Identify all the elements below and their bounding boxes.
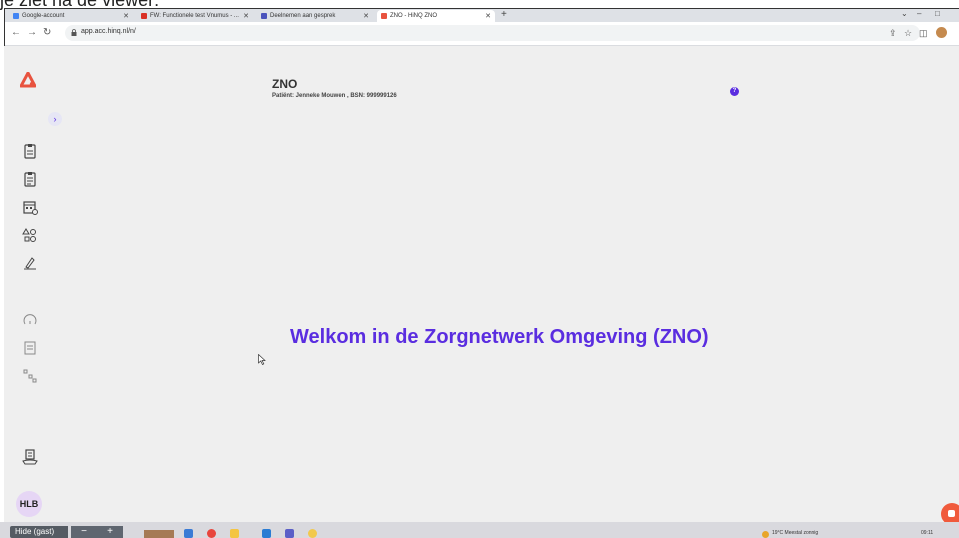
tab-google-account[interactable]: Google-account ✕ — [9, 10, 133, 22]
windows-icon[interactable] — [184, 529, 193, 538]
lock-icon — [71, 29, 77, 36]
sidebar-expand-button[interactable]: › — [48, 112, 62, 126]
google-icon — [13, 13, 19, 19]
sidebar: › HLB — [4, 46, 62, 528]
bookmark-star-icon[interactable]: ☆ — [904, 28, 912, 38]
zno-logo-icon[interactable] — [20, 72, 36, 88]
tab-search-button[interactable]: ⌄ — [901, 9, 908, 19]
outlook-icon[interactable] — [262, 529, 271, 538]
tab-label: Google-account — [22, 13, 65, 19]
help-icon[interactable]: ? — [730, 87, 739, 96]
teams-icon — [261, 13, 267, 19]
tab-mail[interactable]: FW: Functionele test Vnumus - ... ✕ — [137, 10, 253, 22]
close-icon[interactable]: ✕ — [363, 12, 369, 20]
close-icon[interactable]: ✕ — [123, 12, 129, 20]
clipboard-list-icon[interactable] — [22, 171, 38, 187]
tab-label: FW: Functionele test Vnumus - ... — [150, 13, 239, 19]
zno-logo-icon — [381, 13, 387, 19]
gmail-icon — [141, 13, 147, 19]
back-arrow-icon[interactable]: ← — [11, 27, 21, 39]
tab-zno[interactable]: ZNO - HiNQ ZNO ✕ — [377, 10, 495, 22]
calendar-icon[interactable] — [22, 199, 38, 215]
document-grid-icon[interactable] — [22, 340, 38, 356]
document-hand-icon[interactable] — [22, 449, 38, 465]
weather-text: 19°C Meestal zonnig — [772, 530, 819, 536]
caption-text: je ziet na de viewer: — [0, 0, 160, 10]
page-title: ZNO — [272, 77, 298, 91]
guest-session-label[interactable]: Hide (gast) — [10, 526, 68, 538]
zoom-in-button[interactable]: + — [107, 526, 113, 538]
tab-label: Deelnemen aan gesprek — [270, 13, 336, 19]
screenshot-frame: je ziet na de viewer: Google-account ✕ F… — [0, 0, 959, 538]
tab-label: ZNO - HiNQ ZNO — [390, 13, 437, 19]
zoom-out-button[interactable]: − — [81, 526, 87, 538]
browser-toolbar: ← → ↻ app.acc.hinq.nl/n/ ⇪ ☆ ◫ — [5, 22, 959, 46]
app-icon[interactable] — [308, 529, 317, 538]
forward-arrow-icon[interactable]: → — [27, 27, 37, 39]
teams-icon[interactable] — [285, 529, 294, 538]
maximize-button[interactable]: □ — [935, 9, 940, 19]
app-content: › HLB ZNO Patiënt: Jenneke Mouwen , BSN:… — [4, 46, 959, 528]
chrome-icon[interactable] — [207, 529, 216, 538]
gauge-icon[interactable] — [22, 312, 38, 328]
mouse-cursor-icon — [258, 354, 266, 365]
minimize-button[interactable]: – — [917, 9, 921, 19]
patient-info: Patiënt: Jenneke Mouwen , BSN: 999999126 — [272, 93, 397, 99]
shapes-icon[interactable] — [22, 227, 38, 243]
user-avatar[interactable]: HLB — [16, 491, 42, 517]
zoom-controls: − + — [71, 526, 123, 538]
network-nodes-icon[interactable] — [22, 368, 38, 384]
weather-icon — [762, 531, 769, 538]
share-icon[interactable]: ⇪ — [889, 28, 897, 38]
tab-teams-call[interactable]: Deelnemen aan gesprek ✕ — [257, 10, 373, 22]
address-bar[interactable]: app.acc.hinq.nl/n/ — [65, 25, 920, 41]
folder-icon[interactable] — [230, 529, 239, 538]
wallpaper-thumbnail — [144, 530, 174, 538]
reload-icon[interactable]: ↻ — [43, 27, 51, 39]
clipboard-report-icon[interactable] — [22, 143, 38, 159]
close-icon[interactable]: ✕ — [485, 12, 491, 20]
new-tab-button[interactable]: + — [501, 9, 507, 21]
tab-strip: Google-account ✕ FW: Functionele test Vn… — [5, 9, 959, 22]
profile-avatar-icon[interactable] — [936, 27, 947, 38]
url-text: app.acc.hinq.nl/n/ — [81, 28, 136, 35]
clock-time: 09:11 — [921, 530, 934, 536]
pen-signature-icon[interactable] — [22, 255, 38, 271]
close-icon[interactable]: ✕ — [243, 12, 249, 20]
side-panel-icon[interactable]: ◫ — [919, 28, 928, 38]
welcome-message: Welkom in de Zorgnetwerk Omgeving (ZNO) — [290, 326, 709, 348]
